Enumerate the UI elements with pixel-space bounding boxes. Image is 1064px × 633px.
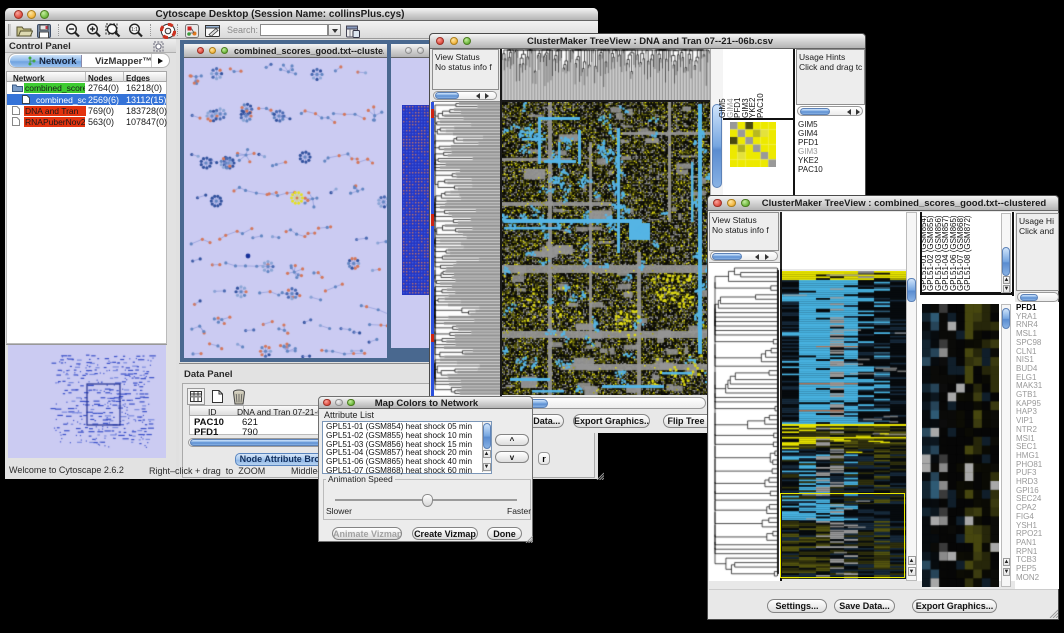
svg-text:1:1: 1:1 (131, 27, 138, 33)
